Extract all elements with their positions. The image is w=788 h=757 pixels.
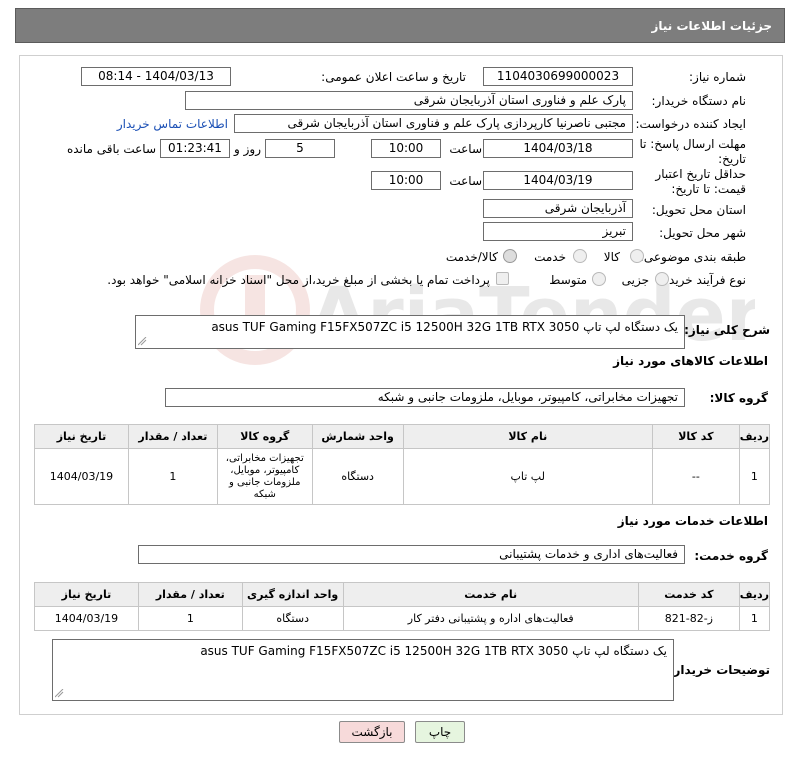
page-header: جزئیات اطلاعات نیاز <box>15 8 785 43</box>
description-textarea[interactable]: asus TUF Gaming F15FX507ZC i5 12500H 32G… <box>135 315 685 349</box>
category-radio-service[interactable] <box>573 249 587 263</box>
cell-date: 1404/03/19 <box>34 606 139 631</box>
col-row: ردیف <box>738 424 771 449</box>
announce-label: تاریخ و ساعت اعلان عمومی: <box>321 70 466 84</box>
validity-date-field: 1404/03/19 <box>483 171 633 190</box>
col-name: نام کالا <box>402 424 653 449</box>
col-unit: واحد اندازه گیری <box>241 582 344 607</box>
need-number-field: 1104030699000023 <box>483 67 633 86</box>
col-code: کد کالا <box>651 424 740 449</box>
process-option-medium: متوسط <box>549 273 587 287</box>
province-field: آذربایجان شرقی <box>483 199 633 218</box>
creator-field: مجتبی ناصرنیا کارپردازی پارک علم و فناور… <box>234 114 633 133</box>
col-group: گروه کالا <box>216 424 313 449</box>
resize-handle-icon[interactable] <box>55 689 64 698</box>
process-radio-minor[interactable] <box>655 272 669 286</box>
deadline-label: مهلت ارسال پاسخ: تا تاریخ: <box>639 137 746 166</box>
buyer-notes-text: asus TUF Gaming F15FX507ZC i5 12500H 32G… <box>200 644 667 658</box>
days-label: روز و <box>234 142 261 156</box>
city-field: تبریز <box>483 222 633 241</box>
category-option-service: خدمت <box>534 250 566 264</box>
back-button[interactable]: بازگشت <box>339 721 405 743</box>
announce-datetime-field: 1404/03/13 - 08:14 <box>81 67 231 86</box>
time-remaining-field: 01:23:41 <box>160 139 230 158</box>
price-validity-label: حداقل تاریخ اعتبار قیمت: تا تاریخ: <box>655 167 746 196</box>
col-row: ردیف <box>738 582 771 607</box>
category-option-goods: کالا <box>603 250 620 264</box>
buyer-notes-label: توضیحات خریدار: <box>668 663 770 677</box>
province-label: استان محل تحویل: <box>651 203 746 217</box>
col-unit: واحد شمارش <box>311 424 404 449</box>
cell-group: تجهیزات مخابراتی، کامپیوتر، موبایل، ملزو… <box>216 448 313 505</box>
col-date: تاریخ نیاز <box>34 424 129 449</box>
resize-handle-icon[interactable] <box>138 337 147 346</box>
buyer-org-field: پارک علم و فناوری استان آذربایجان شرقی <box>185 91 633 110</box>
service-group-field: فعالیت‌های اداری و خدمات پشتیبانی <box>138 545 685 564</box>
time-remaining-label: ساعت باقی مانده <box>66 142 156 156</box>
goods-table-header: ردیف کد کالا نام کالا واحد شمارش گروه کا… <box>34 424 771 449</box>
category-radio-goods[interactable] <box>630 249 644 263</box>
deadline-time-label: ساعت <box>449 142 482 156</box>
service-group-label: گروه خدمت: <box>694 549 768 563</box>
process-label: نوع فرآیند خرید : <box>661 273 746 287</box>
treasury-payment-note: پرداخت تمام یا بخشی از مبلغ خرید،از محل … <box>107 273 490 287</box>
description-text: asus TUF Gaming F15FX507ZC i5 12500H 32G… <box>211 320 678 334</box>
city-label: شهر محل تحویل: <box>659 226 746 240</box>
col-qty: تعداد / مقدار <box>137 582 243 607</box>
table-row: 1 -- لپ تاپ دستگاه تجهیزات مخابراتی، کام… <box>34 448 771 505</box>
buyer-contact-link[interactable]: اطلاعات تماس خریدار <box>117 117 228 131</box>
page-title: جزئیات اطلاعات نیاز <box>651 18 772 33</box>
deadline-date-field: 1404/03/18 <box>483 139 633 158</box>
treasury-payment-checkbox[interactable] <box>496 272 509 285</box>
cell-service-name: فعالیت‌های اداره و پشتیبانی دفتر کار <box>342 606 639 631</box>
process-radio-medium[interactable] <box>592 272 606 286</box>
table-row: 1 ز-82-821 فعالیت‌های اداره و پشتیبانی د… <box>34 606 771 631</box>
cell-qty: 1 <box>127 448 218 505</box>
services-section-title: اطلاعات خدمات مورد نیاز <box>617 514 768 528</box>
services-table-header: ردیف کد خدمت نام خدمت واحد اندازه گیری ت… <box>34 582 771 607</box>
print-button[interactable]: چاپ <box>415 721 465 743</box>
category-label: طبقه بندی موضوعی: <box>639 250 746 264</box>
need-number-label: شماره نیاز: <box>689 70 746 84</box>
cell-qty: 1 <box>137 606 243 631</box>
cell-row: 1 <box>738 606 771 631</box>
goods-group-field: تجهیزات مخابراتی، کامپیوتر، موبایل، ملزو… <box>165 388 685 407</box>
buyer-org-label: نام دستگاه خریدار: <box>651 94 747 108</box>
cell-row: 1 <box>738 448 771 505</box>
category-radio-goods-service[interactable] <box>503 249 517 263</box>
validity-time-label: ساعت <box>449 174 482 188</box>
cell-code: -- <box>651 448 740 505</box>
col-date: تاریخ نیاز <box>34 582 139 607</box>
buyer-notes-textarea[interactable]: asus TUF Gaming F15FX507ZC i5 12500H 32G… <box>52 639 674 701</box>
description-label: شرح کلی نیاز: <box>684 323 770 337</box>
goods-section-title: اطلاعات کالاهای مورد نیاز <box>613 354 768 368</box>
goods-group-label: گروه کالا: <box>709 391 768 405</box>
process-option-minor: جزیی <box>621 273 649 287</box>
deadline-time-field: 10:00 <box>371 139 441 158</box>
cell-unit: دستگاه <box>241 606 344 631</box>
days-remaining-field: 5 <box>265 139 335 158</box>
cell-date: 1404/03/19 <box>34 448 129 505</box>
cell-service-code: ز-82-821 <box>637 606 740 631</box>
validity-time-field: 10:00 <box>371 171 441 190</box>
col-service-name: نام خدمت <box>342 582 639 607</box>
services-table: ردیف کد خدمت نام خدمت واحد اندازه گیری ت… <box>34 582 771 631</box>
cell-name: لپ تاپ <box>402 448 653 505</box>
creator-label: ایجاد کننده درخواست: <box>635 117 746 131</box>
cell-unit: دستگاه <box>311 448 404 505</box>
col-service-code: کد خدمت <box>637 582 740 607</box>
category-option-goods-service: کالا/خدمت <box>445 250 498 264</box>
goods-table: ردیف کد کالا نام کالا واحد شمارش گروه کا… <box>34 424 771 505</box>
col-qty: تعداد / مقدار <box>127 424 218 449</box>
